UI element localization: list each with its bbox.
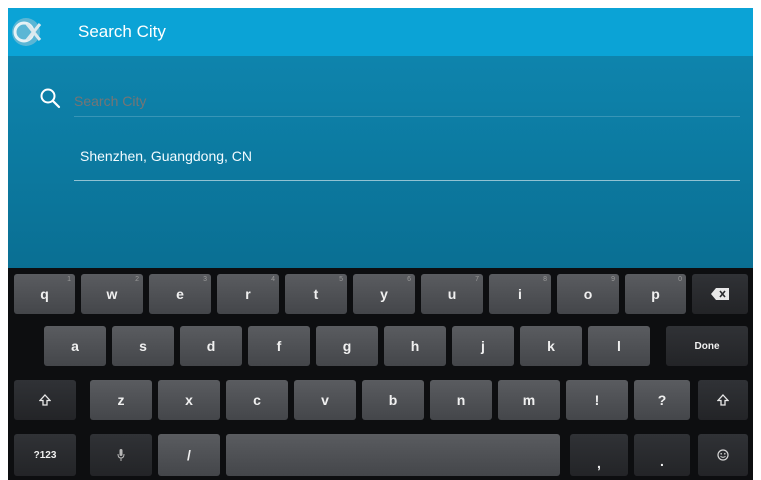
key-d[interactable]: d xyxy=(180,326,242,366)
emoji-key[interactable] xyxy=(698,434,748,476)
key-g[interactable]: g xyxy=(316,326,378,366)
key-u[interactable]: u7 xyxy=(421,274,483,314)
action-bar-title: Search City xyxy=(78,22,166,41)
key-k[interactable]: k xyxy=(520,326,582,366)
key-h[interactable]: h xyxy=(384,326,446,366)
weather-app-icon[interactable] xyxy=(10,14,46,50)
result-label: Shenzhen, Guangdong, CN xyxy=(80,148,253,164)
key-b[interactable]: b xyxy=(362,380,424,420)
comma-key[interactable]: , xyxy=(570,434,628,476)
key-v[interactable]: v xyxy=(294,380,356,420)
key-z[interactable]: z xyxy=(90,380,152,420)
search-icon xyxy=(40,88,61,109)
key-t[interactable]: t5 xyxy=(285,274,347,314)
key-s[interactable]: s xyxy=(112,326,174,366)
key-exclamation[interactable]: ! xyxy=(566,380,628,420)
key-a[interactable]: a xyxy=(44,326,106,366)
key-o[interactable]: o9 xyxy=(557,274,619,314)
done-key[interactable]: Done xyxy=(666,326,748,366)
microphone-key[interactable] xyxy=(90,434,152,476)
search-underline xyxy=(74,116,740,117)
key-c[interactable]: c xyxy=(226,380,288,420)
result-item[interactable]: Shenzhen, Guangdong, CN xyxy=(74,136,740,182)
key-q[interactable]: q1 xyxy=(14,274,75,314)
key-p[interactable]: p0 xyxy=(625,274,686,314)
microphone-icon xyxy=(117,449,125,461)
emoji-icon xyxy=(717,449,729,461)
search-content: Shenzhen, Guangdong, CN xyxy=(8,56,753,268)
shift-key-left[interactable] xyxy=(14,380,76,420)
key-r[interactable]: r4 xyxy=(217,274,279,314)
app-screen: Search City Shenzhen, Guangdong, CN q1 w… xyxy=(8,8,753,480)
key-n[interactable]: n xyxy=(430,380,492,420)
key-question[interactable]: ? xyxy=(634,380,690,420)
space-key[interactable] xyxy=(226,434,560,476)
key-f[interactable]: f xyxy=(248,326,310,366)
key-x[interactable]: x xyxy=(158,380,220,420)
search-input[interactable] xyxy=(74,90,734,112)
key-m[interactable]: m xyxy=(498,380,560,420)
key-e[interactable]: e3 xyxy=(149,274,211,314)
symbols-key[interactable]: ?123 xyxy=(14,434,76,476)
period-key[interactable]: . xyxy=(634,434,690,476)
shift-icon xyxy=(39,394,51,406)
key-j[interactable]: j xyxy=(452,326,514,366)
key-y[interactable]: y6 xyxy=(353,274,415,314)
shift-icon xyxy=(717,394,729,406)
backspace-key[interactable] xyxy=(692,274,748,314)
result-divider xyxy=(74,180,740,181)
key-i[interactable]: i8 xyxy=(489,274,551,314)
action-bar: Search City xyxy=(8,8,753,56)
key-l[interactable]: l xyxy=(588,326,650,366)
backspace-icon xyxy=(711,288,729,300)
key-w[interactable]: w2 xyxy=(81,274,143,314)
slash-key[interactable]: / xyxy=(158,434,220,476)
soft-keyboard: q1 w2 e3 r4 t5 y6 u7 i8 o9 p0 a s d f g … xyxy=(8,268,753,480)
shift-key-right[interactable] xyxy=(698,380,748,420)
